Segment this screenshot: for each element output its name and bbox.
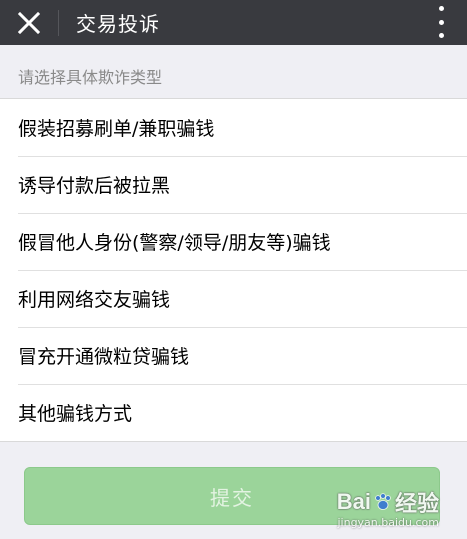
- list-item-fake-recruitment[interactable]: 假装招募刷单/兼职骗钱: [0, 99, 467, 156]
- close-icon: [18, 11, 40, 34]
- watermark-logo-right: 经验: [394, 491, 439, 516]
- list-item-impersonation[interactable]: 假冒他人身份(警察/领导/朋友等)骗钱: [0, 213, 467, 270]
- top-bar: 交易投诉: [0, 0, 467, 45]
- list-item-fake-loan[interactable]: 冒充开通微粒贷骗钱: [0, 327, 467, 384]
- watermark-url: jingyan.baidu.com: [337, 516, 439, 529]
- more-vertical-icon: [438, 6, 444, 11]
- fraud-type-list: 假装招募刷单/兼职骗钱 诱导付款后被拉黑 假冒他人身份(警察/领导/朋友等)骗钱…: [0, 98, 467, 442]
- watermark-logo-left: Bai: [336, 489, 371, 514]
- list-item-other[interactable]: 其他骗钱方式: [0, 384, 467, 441]
- close-button[interactable]: [0, 0, 58, 45]
- section-hint: 请选择具体欺诈类型: [18, 68, 163, 87]
- list-item-blocked-after-payment[interactable]: 诱导付款后被拉黑: [0, 156, 467, 213]
- page-title: 交易投诉: [76, 12, 160, 36]
- watermark-logo: Bai 经验: [337, 486, 439, 518]
- list-item-online-dating[interactable]: 利用网络交友骗钱: [0, 270, 467, 327]
- baidu-jingyan-watermark: Bai 经验 jingyan.baidu.com: [337, 486, 439, 529]
- header-divider: [58, 9, 59, 36]
- more-options-button[interactable]: [431, 4, 451, 40]
- paw-icon: [375, 493, 391, 510]
